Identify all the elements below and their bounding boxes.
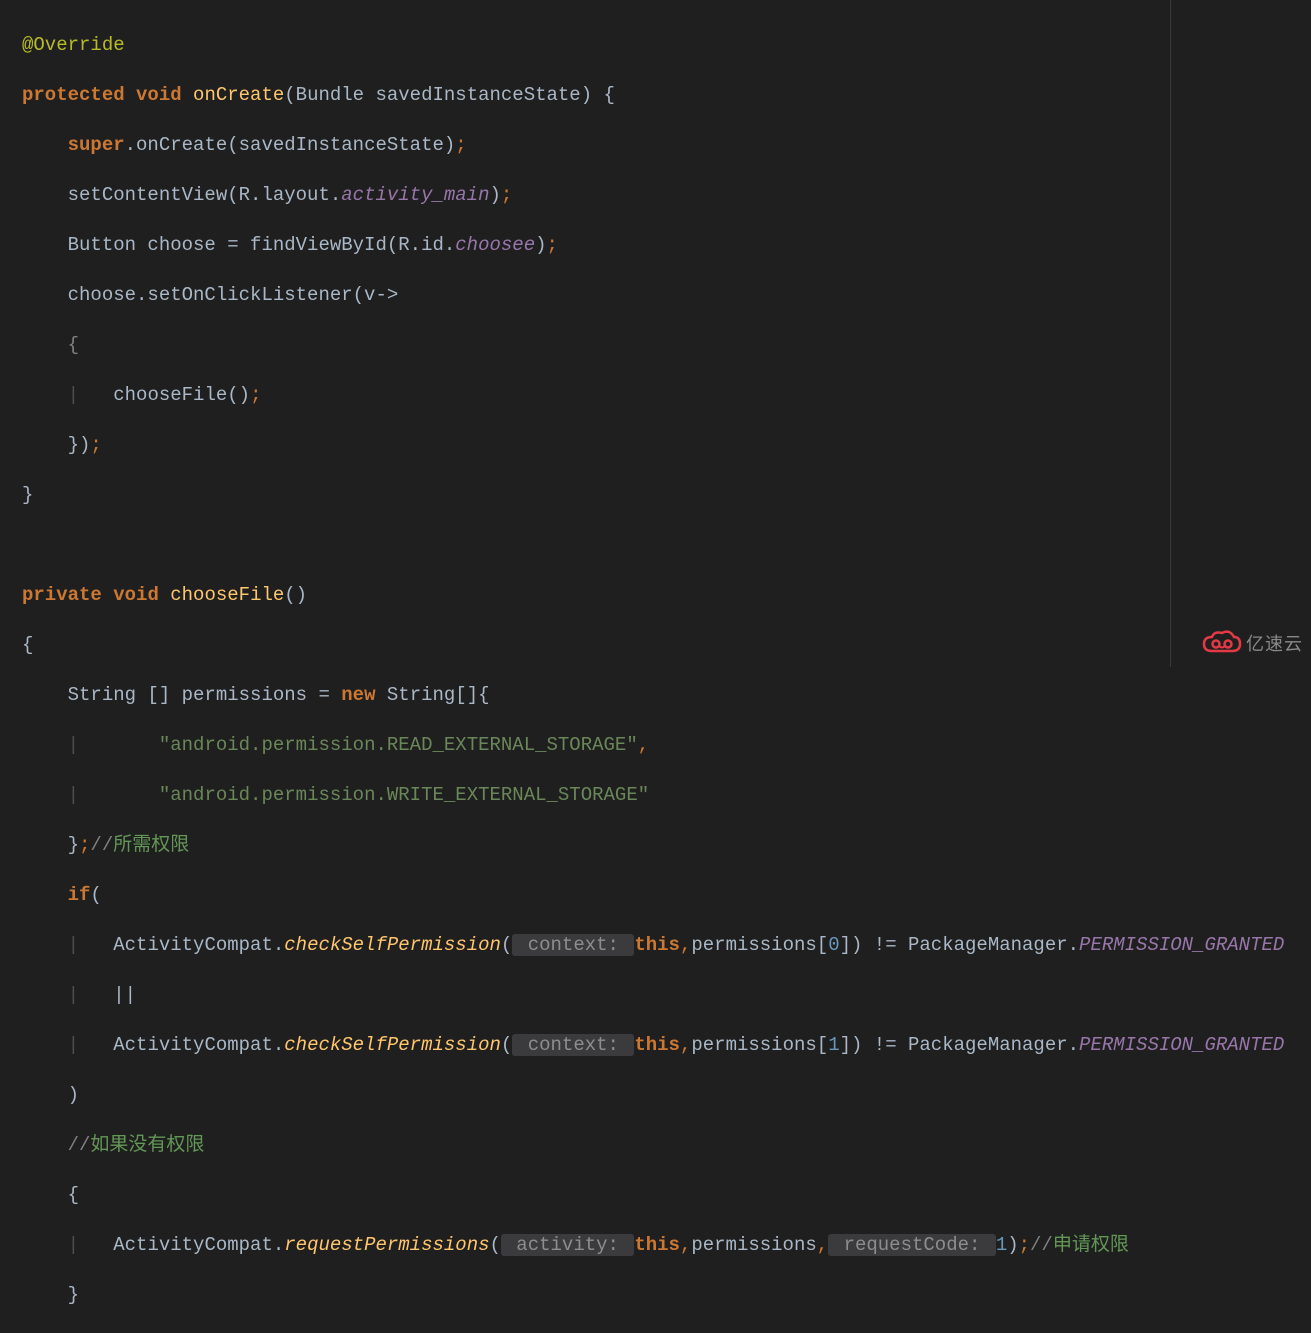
right-margin-line bbox=[1170, 0, 1171, 667]
indent-guide: | bbox=[68, 784, 79, 806]
code-line: } bbox=[22, 1283, 1311, 1308]
parameter-hint: activity: bbox=[501, 1234, 634, 1256]
code-line: | "android.permission.READ_EXTERNAL_STOR… bbox=[22, 733, 1311, 758]
indent-guide: | bbox=[68, 984, 79, 1006]
code-line: { bbox=[22, 333, 1311, 358]
code-line: //如果没有权限 bbox=[22, 1133, 1311, 1158]
code-line: private void chooseFile() bbox=[22, 583, 1311, 608]
code-line: | || bbox=[22, 983, 1311, 1008]
static-method: checkSelfPermission bbox=[284, 934, 501, 956]
watermark-logo: 亿速云 bbox=[1200, 629, 1303, 659]
code-line: { bbox=[22, 1183, 1311, 1208]
parameter-hint: requestCode: bbox=[828, 1234, 996, 1256]
parameter-hint: context: bbox=[512, 934, 634, 956]
code-line: Button choose = findViewById(R.id.choose… bbox=[22, 233, 1311, 258]
parameter-hint: context: bbox=[512, 1034, 634, 1056]
code-line-empty bbox=[22, 533, 1311, 558]
annotation: @Override bbox=[22, 34, 125, 56]
code-line: if( bbox=[22, 883, 1311, 908]
code-line: | ActivityCompat.checkSelfPermission( co… bbox=[22, 1033, 1311, 1058]
indent-guide: | bbox=[68, 384, 79, 406]
indent-guide: | bbox=[68, 934, 79, 956]
static-method: requestPermissions bbox=[284, 1234, 489, 1256]
constant: PERMISSION_GRANTED bbox=[1079, 934, 1284, 956]
comment: 如果没有权限 bbox=[90, 1134, 204, 1156]
code-line: | ActivityCompat.requestPermissions( act… bbox=[22, 1233, 1311, 1258]
string-literal: "android.permission.READ_EXTERNAL_STORAG… bbox=[159, 734, 638, 756]
comment: 申请权限 bbox=[1053, 1234, 1129, 1256]
watermark-text: 亿速云 bbox=[1246, 632, 1303, 657]
code-line: }); bbox=[22, 433, 1311, 458]
code-line: choose.setOnClickListener(v-> bbox=[22, 283, 1311, 308]
indent-guide: | bbox=[68, 1034, 79, 1056]
indent-guide: | bbox=[68, 1234, 79, 1256]
code-line: setContentView(R.layout.activity_main); bbox=[22, 183, 1311, 208]
indent-guide: | bbox=[68, 734, 79, 756]
code-line: | "android.permission.WRITE_EXTERNAL_STO… bbox=[22, 783, 1311, 808]
code-line: | chooseFile(); bbox=[22, 383, 1311, 408]
code-line: ) bbox=[22, 1083, 1311, 1108]
code-line: };//所需权限 bbox=[22, 833, 1311, 858]
code-line: super.onCreate(savedInstanceState); bbox=[22, 133, 1311, 158]
comment: 所需权限 bbox=[113, 834, 189, 856]
code-line: { bbox=[22, 633, 1311, 658]
code-line: | ActivityCompat.checkSelfPermission( co… bbox=[22, 933, 1311, 958]
code-line: @Override bbox=[22, 33, 1311, 58]
constant: PERMISSION_GRANTED bbox=[1079, 1034, 1284, 1056]
string-literal: "android.permission.WRITE_EXTERNAL_STORA… bbox=[159, 784, 649, 806]
code-line: } bbox=[22, 483, 1311, 508]
cloud-icon bbox=[1200, 629, 1242, 659]
code-line: String [] permissions = new String[]{ bbox=[22, 683, 1311, 708]
static-method: checkSelfPermission bbox=[284, 1034, 501, 1056]
code-line: protected void onCreate(Bundle savedInst… bbox=[22, 83, 1311, 108]
